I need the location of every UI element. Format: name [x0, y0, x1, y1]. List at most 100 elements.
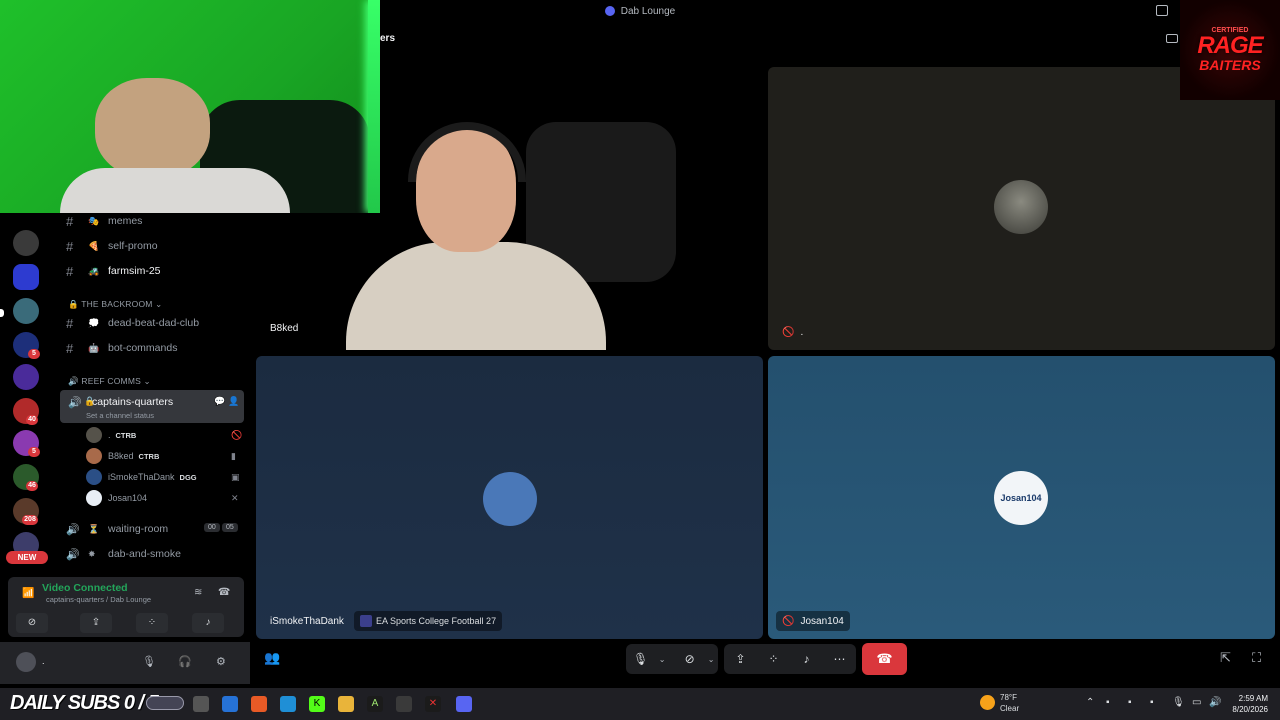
disconnect-icon[interactable]: ☎	[218, 587, 230, 598]
weather-desc: Clear	[1000, 704, 1020, 713]
speaker-icon: 🔊	[66, 523, 80, 536]
voice-channel-captains-quarters[interactable]: 🔊 🔒 captains-quarters Set a channel stat…	[60, 390, 244, 423]
tray-icon[interactable]: ▪	[1128, 697, 1132, 708]
network-icon[interactable]: ▭	[1192, 697, 1201, 708]
unread-pip	[0, 309, 4, 317]
category-backroom[interactable]: 🔒 THE BACKROOM ⌄	[68, 299, 162, 310]
voice-status[interactable]: Video Connected	[42, 582, 128, 594]
server-icon[interactable]	[13, 264, 39, 290]
camera-button[interactable]: ⊘	[675, 644, 704, 674]
channel-dead-beat-dad-club[interactable]: # 💭 dead-beat-dad-club	[66, 313, 199, 333]
discord-icon[interactable]	[456, 696, 472, 712]
channel-farmsim-25[interactable]: # 🚜 farmsim-25	[66, 261, 161, 281]
activities-button[interactable]: ⁘	[759, 644, 789, 674]
voice-channel-dab-and-smoke[interactable]: 🔊 ✸ dab-and-smoke	[66, 544, 181, 564]
channel-label: waiting-room	[108, 523, 169, 535]
disconnect-button[interactable]: ☎	[862, 643, 907, 675]
voice-user[interactable]: . CTRB 🚫	[86, 426, 242, 444]
server-badge: 5	[28, 349, 40, 359]
weather-icon[interactable]	[980, 695, 995, 710]
clock[interactable]: 2:59 AM 8/20/2026	[1224, 693, 1268, 715]
app-icon[interactable]	[396, 696, 412, 712]
kick-icon[interactable]: K	[309, 696, 325, 712]
camera-toggle-button[interactable]: ⊘	[16, 613, 48, 633]
channel-label: dead-beat-dad-club	[108, 317, 200, 329]
avatar	[86, 427, 102, 443]
video-tile-dot[interactable]: 🚫.	[768, 67, 1275, 350]
screenshare-button[interactable]: ⇪	[80, 613, 112, 633]
activities-button[interactable]: ⁘	[136, 613, 168, 633]
category-reef-comms[interactable]: 🔊 REEF COMMS ⌄	[68, 376, 151, 387]
chevron-up-icon[interactable]: ⌃	[1086, 697, 1094, 708]
screenshare-button[interactable]: ⇪	[726, 644, 756, 674]
server-icon[interactable]	[13, 298, 39, 324]
category-label: THE BACKROOM	[81, 299, 153, 309]
edge-browser-icon[interactable]	[280, 696, 296, 712]
channel-emoji: 🎭	[88, 215, 100, 226]
soundboard-button[interactable]: ♪	[792, 644, 822, 674]
mic-button[interactable]: 🎙	[626, 644, 655, 674]
channel-label: self-promo	[108, 240, 158, 252]
user-name[interactable]: .	[42, 656, 45, 666]
mic-icon[interactable]: 🎙	[142, 655, 156, 668]
chat-icon[interactable]: 💬	[214, 396, 225, 407]
volume-icon[interactable]: 🔊	[1209, 697, 1221, 708]
muted-icon: 🚫	[782, 615, 795, 627]
app-icon[interactable]	[222, 696, 238, 712]
voice-user[interactable]: Josan104 ✕	[86, 489, 239, 507]
chevron-down-icon[interactable]: ⌄	[655, 655, 669, 664]
server-icon[interactable]	[13, 364, 39, 390]
server-icon[interactable]	[13, 230, 39, 256]
chat-toggle-icon[interactable]	[1166, 34, 1178, 43]
speaker-icon: 🔊	[68, 397, 82, 409]
voice-channel-waiting-room[interactable]: 🔊 ⏳ waiting-room	[66, 519, 168, 539]
fullscreen-icon[interactable]: ⛶	[1252, 650, 1261, 666]
channel-label: bot-commands	[108, 342, 178, 354]
soundboard-button[interactable]: ♪	[192, 613, 224, 633]
channel-bot-commands[interactable]: # 🤖 bot-commands	[66, 338, 177, 358]
noise-suppression-icon[interactable]: ≋	[194, 587, 202, 598]
weather-widget[interactable]: 78°F Clear	[1000, 692, 1019, 714]
app-icon[interactable]: ✕	[425, 696, 441, 712]
activity-label: EA Sports College Football 27	[376, 616, 497, 626]
video-tile-ismokethadank[interactable]: iSmokeThaDank EA Sports College Football…	[256, 356, 763, 639]
task-view-icon[interactable]	[193, 696, 209, 712]
channel-label: farmsim-25	[108, 265, 161, 277]
inbox-icon[interactable]	[1156, 5, 1168, 16]
text-channel-icon: #	[66, 213, 74, 229]
signal-icon[interactable]: 📶	[22, 588, 34, 599]
muted-icon: 🚫	[782, 326, 795, 338]
gear-icon[interactable]: ⚙	[216, 655, 226, 668]
mic-icon[interactable]: 🎙	[1172, 697, 1185, 708]
file-explorer-icon[interactable]	[338, 696, 354, 712]
subs-progress-bar	[146, 696, 184, 710]
channel-status[interactable]: Set a channel status	[86, 411, 154, 420]
activity-pill[interactable]: EA Sports College Football 27	[354, 611, 503, 631]
chevron-down-icon[interactable]: ⌄	[704, 655, 718, 664]
channel-emoji: 🤖	[88, 342, 100, 353]
server-badge: 46	[26, 481, 38, 491]
tray-icon[interactable]: ▪	[1106, 697, 1110, 708]
voice-user[interactable]: B8ked CTRB ▮	[86, 447, 236, 465]
avatar[interactable]	[16, 652, 36, 672]
headphones-icon[interactable]: 🎧	[178, 655, 192, 668]
voice-user-name: Josan104	[108, 493, 148, 503]
app-icon[interactable]: A	[367, 696, 383, 712]
more-options-button[interactable]: ⋯	[825, 644, 855, 674]
avatar	[483, 472, 537, 526]
channel-memes[interactable]: # 🎭 memes	[66, 211, 142, 231]
invite-icon[interactable]: 👥	[264, 650, 280, 666]
voice-location[interactable]: captains-quarters / Dab Lounge	[46, 595, 151, 604]
window-title: Dab Lounge	[620, 5, 676, 17]
voice-user[interactable]: iSmokeThaDank DGG ▣	[86, 468, 240, 486]
brave-browser-icon[interactable]	[251, 696, 267, 712]
popout-icon[interactable]: ⇱	[1220, 650, 1231, 666]
user-limit: 05	[222, 523, 238, 532]
new-unreads-pill[interactable]: NEW	[6, 551, 48, 564]
video-tile-josan104[interactable]: Josan104 🚫 Josan104	[768, 356, 1275, 639]
channel-self-promo[interactable]: # 🍕 self-promo	[66, 236, 158, 256]
speaker-icon: 🔊	[66, 548, 80, 561]
tray-icon[interactable]: ▪	[1150, 697, 1154, 708]
invite-icon[interactable]: 👤	[228, 396, 239, 407]
server-rail: 5 40 5 46 208	[0, 212, 52, 580]
